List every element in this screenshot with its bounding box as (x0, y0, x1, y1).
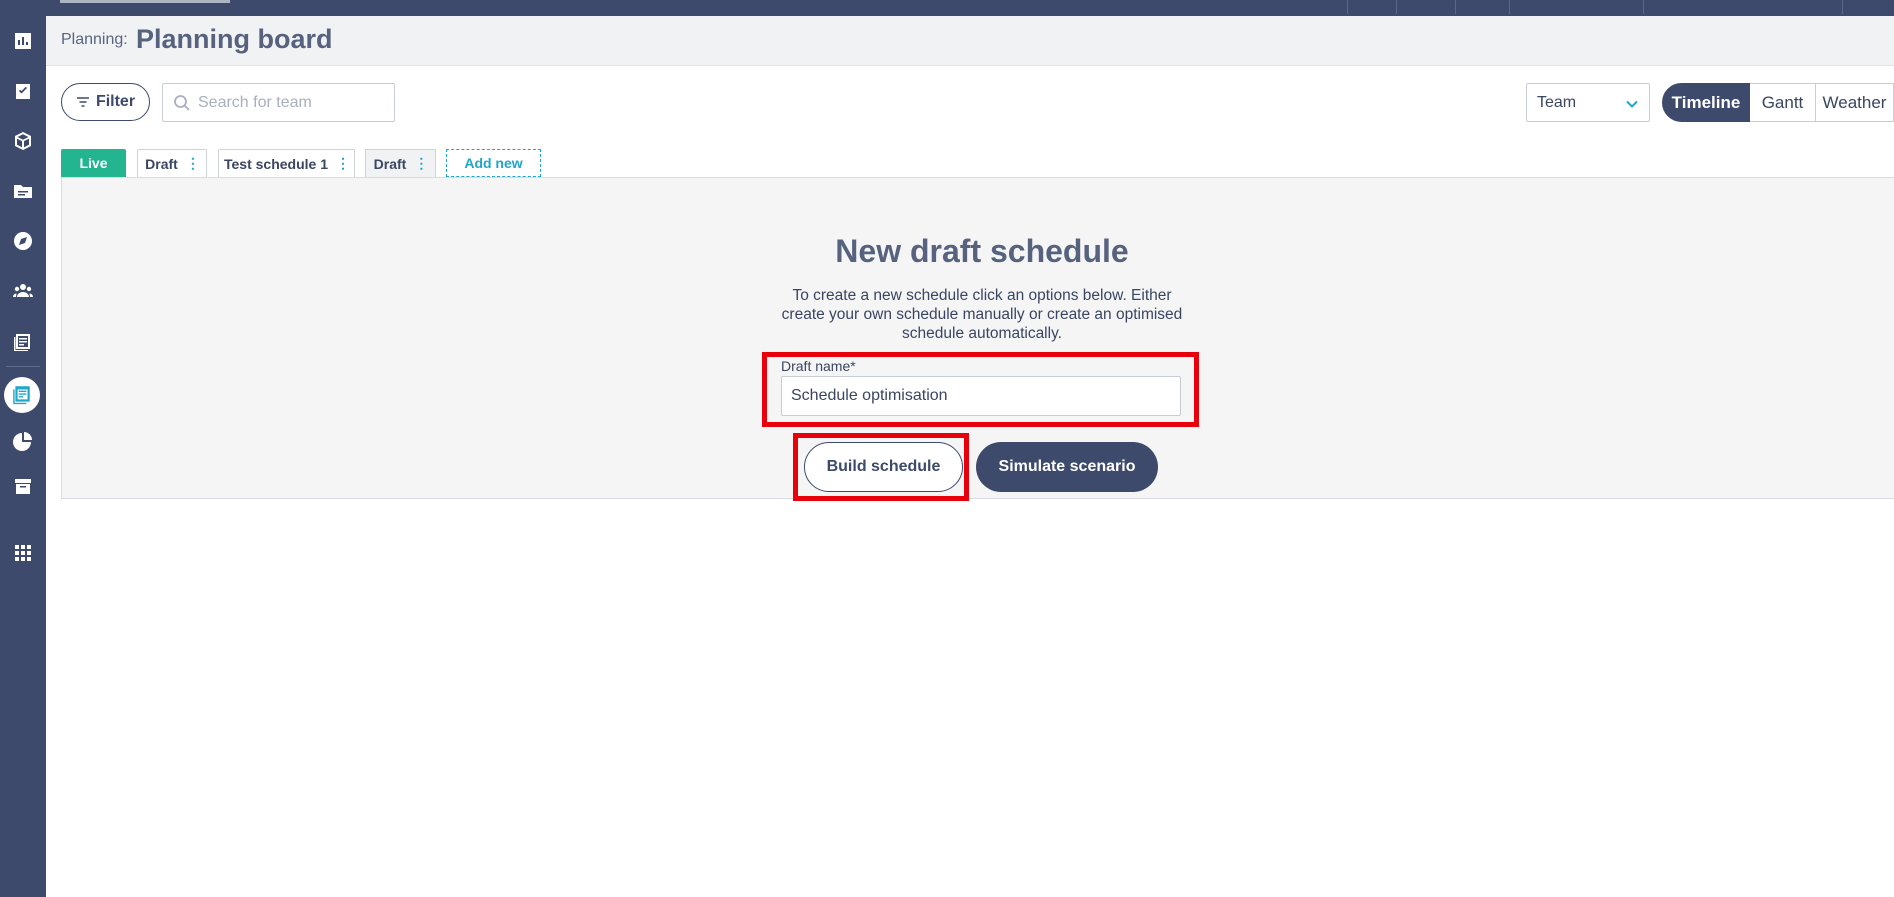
tab-test-schedule-1[interactable]: Test schedule 1 ⋮ (218, 149, 355, 177)
tab-label: Add new (464, 155, 523, 171)
planning-icon[interactable] (4, 377, 40, 413)
tab-label: Draft (373, 155, 407, 172)
team-search-input[interactable] (198, 90, 388, 116)
folder-icon[interactable] (9, 177, 37, 205)
schedule-icon[interactable] (9, 327, 37, 355)
view-toggle: Timeline Gantt Weather (1662, 83, 1894, 122)
people-icon[interactable] (9, 277, 37, 305)
brand-logo[interactable] (60, 0, 230, 3)
top-bar (0, 0, 1894, 16)
breadcrumb[interactable]: Planning: (61, 31, 128, 49)
view-timeline-button[interactable]: Timeline (1662, 83, 1750, 122)
tab-live[interactable]: Live (61, 149, 126, 177)
tab-label: Live (79, 155, 108, 171)
view-weather-button[interactable]: Weather (1816, 83, 1894, 122)
view-gantt-button[interactable]: Gantt (1750, 83, 1816, 122)
checklist-icon[interactable] (9, 77, 37, 105)
simulate-scenario-button[interactable]: Simulate scenario (976, 442, 1158, 492)
build-schedule-button[interactable]: Build schedule (804, 442, 963, 492)
top-divider (1509, 0, 1510, 14)
more-options-icon[interactable]: ⋮ (336, 155, 350, 172)
page-header: Planning: Planning board (46, 16, 1894, 66)
sidebar (0, 16, 46, 897)
pie-chart-icon[interactable] (9, 427, 37, 455)
tab-label: Test schedule 1 (223, 155, 328, 172)
search-box (162, 83, 395, 122)
filter-button[interactable]: Filter (61, 83, 150, 121)
page-title: Planning board (136, 24, 333, 54)
tab-label: Draft (145, 155, 178, 172)
chevron-down-icon (1626, 100, 1638, 108)
cube-icon[interactable] (9, 127, 37, 155)
panel-title: New draft schedule (835, 233, 1129, 269)
tab-draft-2[interactable]: Draft ⋮ (365, 149, 436, 177)
panel-description: To create a new schedule click an option… (781, 287, 1183, 342)
top-divider (1455, 0, 1456, 14)
more-options-icon[interactable]: ⋮ (414, 155, 428, 172)
compass-icon[interactable] (9, 227, 37, 255)
top-divider (1347, 0, 1348, 14)
archive-icon[interactable] (9, 472, 37, 500)
group-by-value: Team (1537, 94, 1577, 111)
top-divider (1396, 0, 1397, 14)
filter-icon (76, 97, 89, 107)
tab-add-new[interactable]: Add new (446, 149, 541, 177)
sidebar-divider (6, 366, 40, 367)
top-divider (1643, 0, 1644, 14)
chart-icon[interactable] (9, 27, 37, 55)
draft-name-label: Draft name* (781, 358, 856, 374)
search-icon (174, 95, 190, 111)
more-options-icon[interactable]: ⋮ (186, 155, 200, 172)
tab-draft-1[interactable]: Draft ⋮ (137, 149, 207, 177)
draft-name-input[interactable] (781, 376, 1181, 416)
group-by-select[interactable]: Team (1526, 83, 1650, 122)
new-draft-panel: New draft schedule To create a new sched… (61, 177, 1894, 499)
top-divider (1842, 0, 1843, 14)
filter-label: Filter (95, 93, 136, 110)
apps-grid-icon[interactable] (9, 539, 37, 567)
